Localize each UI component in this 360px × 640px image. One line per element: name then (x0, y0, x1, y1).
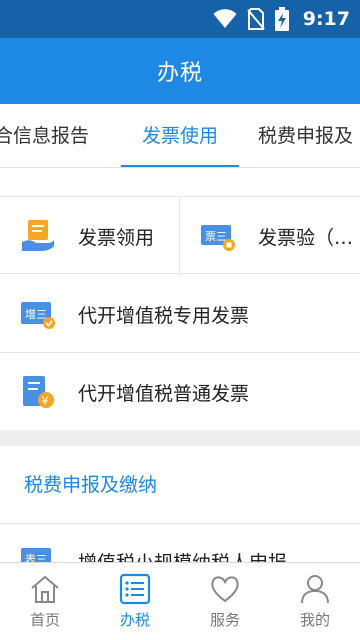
bottom-nav: 首页 办税 服务 我的 (0, 562, 360, 640)
invoice-collect-label: 发票领用 (78, 227, 155, 249)
nav-mine-label: 我的 (299, 611, 330, 629)
tab-bar: 合信息报告 发票使用 税费申报及 (0, 104, 360, 168)
nav-tax[interactable]: 办税 (90, 563, 180, 640)
svg-text:表三: 表三 (25, 552, 47, 562)
invoice-grid: 发票领用 票三 发票验（… (0, 196, 360, 275)
ordinary-vat-invoice-label: 代开增值税普通发票 (78, 383, 250, 405)
small-taxpayer-icon: 表三 (21, 548, 51, 562)
heart-icon (211, 576, 239, 603)
list-item-ordinary-vat[interactable]: ¥ 代开增值税普通发票 (0, 353, 360, 431)
invoice-collect-item[interactable]: 发票领用 (0, 197, 180, 275)
nav-mine[interactable]: 我的 (270, 563, 360, 640)
invoice-verify-item[interactable]: 票三 发票验（… (180, 197, 360, 275)
clock: 9:17 (302, 8, 350, 30)
page-title: 办税 (156, 61, 203, 86)
nav-home-label: 首页 (29, 611, 60, 629)
small-taxpayer-label: 增值税小规模纳税人申报 (78, 548, 287, 562)
nav-service[interactable]: 服务 (180, 563, 270, 640)
section-gap (0, 430, 360, 446)
svg-text:票三: 票三 (205, 230, 227, 243)
nav-service-label: 服务 (209, 611, 240, 629)
tab-invoice-use[interactable]: 发票使用 (121, 104, 239, 167)
invoice-verify-label: 发票验（… (258, 227, 354, 249)
app-bar: 办税 (0, 38, 360, 104)
list-icon (119, 573, 151, 605)
invoice-collect-icon (22, 220, 54, 251)
nav-home[interactable]: 首页 (0, 563, 90, 640)
person-icon (301, 575, 329, 604)
status-bar: 9:17 (0, 0, 360, 38)
content-scroll[interactable]: 发票领用 票三 发票验（… 增三 代开增值税专用发票 ¥ 代开增值税普通发票 税… (0, 168, 360, 562)
svg-text:¥: ¥ (42, 395, 49, 408)
special-vat-invoice-label: 代开增值税专用发票 (78, 305, 250, 327)
list-item-small-taxpayer[interactable]: 表三 增值税小规模纳税人申报 (0, 524, 360, 562)
status-icons: 9:17 (213, 0, 350, 38)
list-item-special-vat[interactable]: 增三 代开增值税专用发票 (0, 275, 360, 353)
tab-info-report[interactable]: 合信息报告 (0, 104, 89, 167)
home-icon (31, 575, 59, 603)
special-vat-invoice-icon: 增三 (21, 302, 55, 329)
invoice-verify-icon: 票三 (201, 225, 235, 251)
battery-charging-icon (274, 7, 289, 31)
section-title: 税费申报及缴纳 (24, 474, 158, 496)
svg-text:增三: 增三 (25, 307, 47, 321)
ordinary-vat-invoice-icon: ¥ (23, 376, 54, 408)
wifi-icon (213, 9, 237, 28)
nav-tax-label: 办税 (119, 611, 150, 629)
no-sim-icon (246, 8, 265, 30)
tab-tax-declaration[interactable]: 税费申报及 (258, 104, 353, 167)
